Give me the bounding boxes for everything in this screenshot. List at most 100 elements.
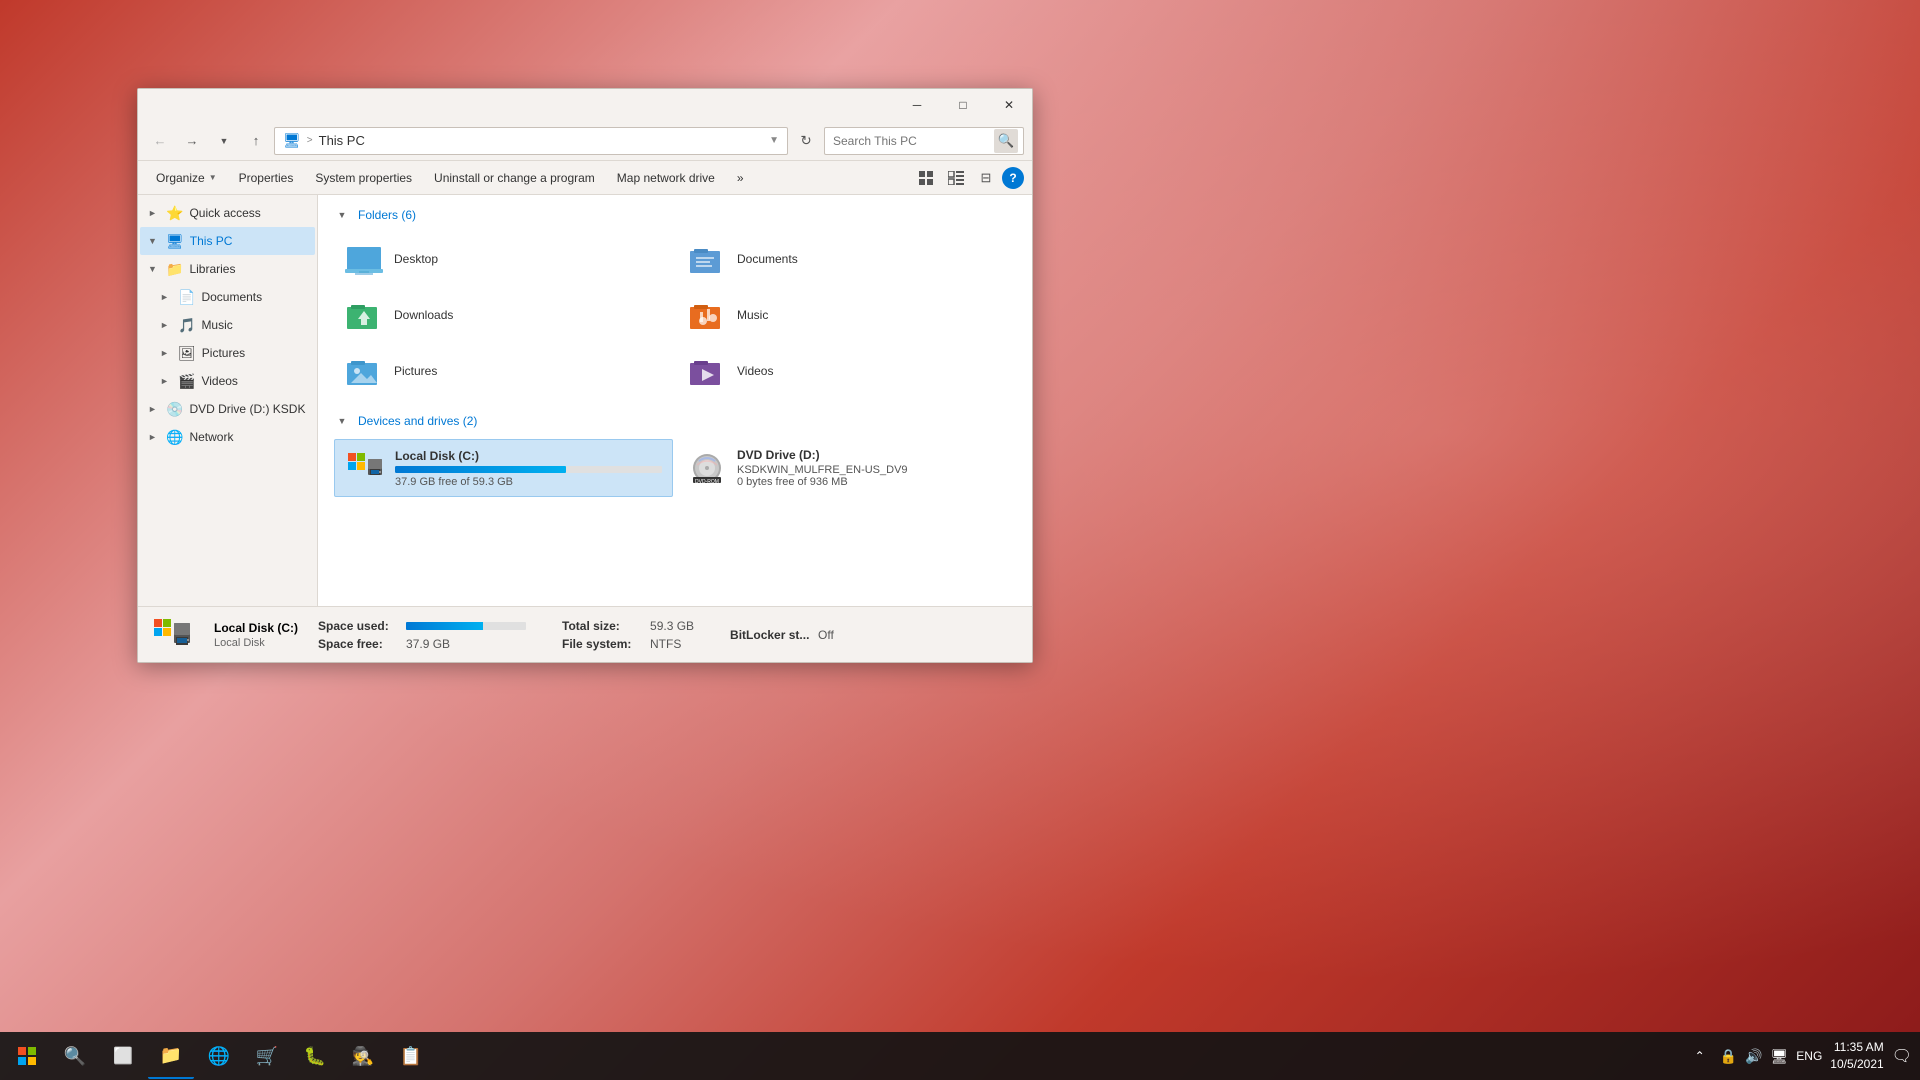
devices-collapse-button[interactable]: ▼	[334, 413, 350, 429]
forward-button[interactable]: →	[178, 127, 206, 155]
downloads-folder-icon	[344, 295, 384, 335]
address-bar[interactable]: 🖥 > This PC ▼	[274, 127, 788, 155]
status-bitlocker-row: BitLocker st... Off	[730, 628, 834, 642]
sidebar-item-pictures[interactable]: ► 🖼 Pictures	[140, 339, 315, 367]
file-explorer-icon: 📁	[160, 1045, 182, 1066]
search-input[interactable]	[833, 134, 988, 148]
address-dropdown-arrow[interactable]: ▼	[769, 135, 779, 146]
device-item-local-disk-c[interactable]: Local Disk (C:) 37.9 GB free of 59.3 GB	[334, 439, 673, 497]
uninstall-button[interactable]: Uninstall or change a program	[424, 165, 605, 191]
start-button[interactable]	[4, 1033, 50, 1079]
address-separator: >	[307, 135, 313, 146]
devices-grid: Local Disk (C:) 37.9 GB free of 59.3 GB	[334, 439, 1016, 497]
folder-item-documents[interactable]: Documents	[677, 233, 1016, 285]
close-button[interactable]: ✕	[986, 89, 1032, 121]
ribbon: Organize ▼ Properties System properties …	[138, 161, 1032, 195]
folder-item-pictures[interactable]: Pictures	[334, 345, 673, 397]
documents-folder-name: Documents	[737, 252, 798, 266]
file-explorer-button[interactable]: 📁	[148, 1033, 194, 1079]
map-network-button[interactable]: Map network drive	[607, 165, 725, 191]
edge-button[interactable]: 🌐	[196, 1033, 242, 1079]
sidebar-item-videos[interactable]: ► 🎬 Videos	[140, 367, 315, 395]
dvd-drive-space: 0 bytes free of 936 MB	[737, 476, 1006, 488]
status-space-used-row: Space used:	[318, 619, 526, 633]
sidebar-item-network[interactable]: ► 🌐 Network	[140, 423, 315, 451]
search-icon-button[interactable]: 🔍	[994, 129, 1018, 153]
task-view-button[interactable]: ⬜	[100, 1033, 146, 1079]
notification-icon[interactable]: 🗨	[1892, 1046, 1912, 1066]
folders-section-title: Folders (6)	[358, 208, 416, 222]
music-folder-icon	[687, 295, 727, 335]
view-toggle-button[interactable]	[942, 165, 970, 191]
store-button[interactable]: 🛒	[244, 1033, 290, 1079]
search-bar[interactable]: 🔍	[824, 127, 1024, 155]
task-view-icon: ⬜	[113, 1046, 133, 1066]
sidebar-item-music[interactable]: ► 🎵 Music	[140, 311, 315, 339]
sidebar-item-libraries[interactable]: ▼ 📁 Libraries	[140, 255, 315, 283]
minimize-button[interactable]: ─	[894, 89, 940, 121]
dvd-drive-info: DVD Drive (D:) KSDKWIN_MULFRE_EN-US_DV9 …	[737, 448, 1006, 488]
volume-icon[interactable]: 🔊	[1745, 1048, 1762, 1065]
folder-item-downloads[interactable]: Downloads	[334, 289, 673, 341]
spy-button[interactable]: 🕵	[340, 1033, 386, 1079]
folder-item-music[interactable]: Music	[677, 289, 1016, 341]
bug-button[interactable]: 🐛	[292, 1033, 338, 1079]
bug-icon: 🐛	[304, 1046, 326, 1067]
maximize-button[interactable]: □	[940, 89, 986, 121]
folder-item-videos[interactable]: Videos	[677, 345, 1016, 397]
downloads-folder-name: Downloads	[394, 308, 453, 322]
clock-date: 10/5/2021	[1830, 1056, 1883, 1073]
pictures-folder-icon	[344, 351, 384, 391]
quick-access-icon: ⭐	[166, 205, 183, 222]
title-bar: ─ □ ✕	[138, 89, 1032, 121]
sidebar-item-label: Quick access	[189, 206, 260, 220]
svg-text:DVD-ROM: DVD-ROM	[695, 479, 719, 485]
status-file-system-label: File system:	[562, 637, 642, 651]
view-grid-button[interactable]	[912, 165, 940, 191]
sidebar-item-label: Documents	[201, 290, 262, 304]
view-pane-button[interactable]: ⊟	[972, 165, 1000, 191]
dvd-arrow: ►	[148, 404, 160, 414]
properties-button[interactable]: Properties	[229, 165, 304, 191]
device-item-dvd-drive-d[interactable]: DVD-ROM DVD Drive (D:) KSDKWIN_MULFRE_EN…	[677, 439, 1016, 497]
language-indicator[interactable]: ENG	[1796, 1049, 1822, 1063]
more-button[interactable]: »	[727, 165, 754, 191]
back-button[interactable]: ←	[146, 127, 174, 155]
sidebar-item-documents[interactable]: ► 📄 Documents	[140, 283, 315, 311]
address-bar-icon: 🖥	[283, 132, 301, 149]
recent-button[interactable]: ▼	[210, 127, 238, 155]
status-total-size-row: Total size: 59.3 GB	[562, 619, 694, 633]
sidebar-item-this-pc[interactable]: ▼ 🖥 This PC	[140, 227, 315, 255]
organize-button[interactable]: Organize ▼	[146, 165, 227, 191]
taskbar: 🔍 ⬜ 📁 🌐 🛒 🐛 🕵 📋 ⌃ 🔒 🔊 🖥 ENG	[0, 1032, 1920, 1080]
search-icon: 🔍	[64, 1046, 86, 1067]
sidebar-item-label: DVD Drive (D:) KSDK	[189, 402, 305, 416]
help-button[interactable]: ?	[1002, 167, 1024, 189]
sidebar-item-quick-access[interactable]: ► ⭐ Quick access	[140, 199, 315, 227]
title-bar-controls: ─ □ ✕	[894, 89, 1032, 121]
folders-collapse-button[interactable]: ▼	[334, 207, 350, 223]
sidebar-item-dvd-drive[interactable]: ► 💿 DVD Drive (D:) KSDK	[140, 395, 315, 423]
notes-button[interactable]: 📋	[388, 1033, 434, 1079]
search-button[interactable]: 🔍	[52, 1033, 98, 1079]
folder-item-desktop[interactable]: Desktop	[334, 233, 673, 285]
display-icon[interactable]: 🖥	[1771, 1048, 1789, 1065]
videos-icon: 🎬	[178, 373, 195, 390]
folders-section-header: ▼ Folders (6)	[334, 207, 1016, 223]
status-total-size-val: 59.3 GB	[650, 619, 694, 633]
status-progress-bar	[406, 622, 526, 630]
desktop-folder-name: Desktop	[394, 252, 438, 266]
taskbar-clock[interactable]: 11:35 AM 10/5/2021	[1830, 1039, 1883, 1073]
devices-section-title: Devices and drives (2)	[358, 414, 477, 428]
system-properties-button[interactable]: System properties	[305, 165, 422, 191]
sidebar-item-label: Pictures	[202, 346, 245, 360]
this-pc-icon: 🖥	[166, 233, 184, 250]
music-icon: 🎵	[178, 317, 195, 334]
network-icon: 🌐	[166, 429, 183, 446]
taskbar-left: 🔍 ⬜ 📁 🌐 🛒 🐛 🕵 📋	[0, 1032, 438, 1080]
local-disk-info: Local Disk (C:) 37.9 GB free of 59.3 GB	[395, 449, 662, 488]
refresh-button[interactable]: ↻	[792, 127, 820, 155]
local-disk-progress-container	[395, 466, 662, 473]
up-button[interactable]: ↑	[242, 127, 270, 155]
chevron-up-button[interactable]: ⌃	[1688, 1033, 1712, 1079]
